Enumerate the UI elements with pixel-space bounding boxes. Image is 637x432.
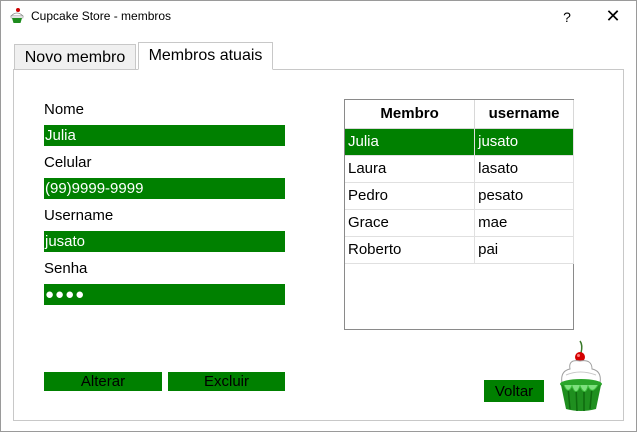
excluir-button[interactable]: Excluir — [168, 372, 285, 391]
title-bar: Cupcake Store - membros ? ✕ — [1, 1, 636, 32]
table-cell-username: pesato — [474, 182, 574, 210]
tab-membros-atuais[interactable]: Membros atuais — [138, 42, 273, 70]
cupcake-icon — [10, 8, 24, 23]
username-label: Username — [44, 207, 114, 224]
senha-label: Senha — [44, 260, 88, 277]
window-title: Cupcake Store - membros — [31, 9, 172, 23]
celular-field[interactable]: (99)9999-9999 — [44, 178, 285, 199]
members-table: Membro username Julia jusato Laura lasat… — [344, 99, 574, 330]
table-cell-membro: Grace — [345, 209, 476, 237]
nome-field[interactable]: Julia — [44, 125, 285, 146]
table-header-row: Membro username — [345, 100, 574, 129]
tab-novo-membro[interactable]: Novo membro — [14, 44, 136, 70]
table-cell-membro: Julia — [345, 128, 476, 156]
table-cell-membro: Laura — [345, 155, 476, 183]
table-cell-username: jusato — [474, 128, 574, 156]
app-window: Cupcake Store - membros ? ✕ Novo membro … — [0, 0, 637, 432]
cupcake-logo — [560, 340, 602, 412]
alterar-button[interactable]: Alterar — [44, 372, 162, 391]
celular-label: Celular — [44, 154, 92, 171]
nome-label: Nome — [44, 101, 85, 118]
table-cell-username: mae — [474, 209, 574, 237]
voltar-button[interactable]: Voltar — [484, 380, 544, 402]
table-row[interactable]: Laura lasato — [345, 155, 574, 183]
table-row[interactable]: Roberto pai — [345, 236, 574, 264]
close-button[interactable]: ✕ — [590, 1, 636, 32]
table-row[interactable]: Julia jusato — [345, 128, 574, 156]
table-row[interactable]: Pedro pesato — [345, 182, 574, 210]
table-row[interactable]: Grace mae — [345, 209, 574, 237]
column-header-membro[interactable]: Membro — [345, 100, 476, 129]
help-button[interactable]: ? — [544, 1, 590, 32]
table-cell-membro: Pedro — [345, 182, 476, 210]
column-header-username[interactable]: username — [474, 100, 574, 129]
username-field[interactable]: jusato — [44, 231, 285, 252]
table-cell-membro: Roberto — [345, 236, 476, 264]
senha-field[interactable]: ●●●● — [44, 284, 285, 305]
table-cell-username: pai — [474, 236, 574, 264]
table-cell-username: lasato — [474, 155, 574, 183]
